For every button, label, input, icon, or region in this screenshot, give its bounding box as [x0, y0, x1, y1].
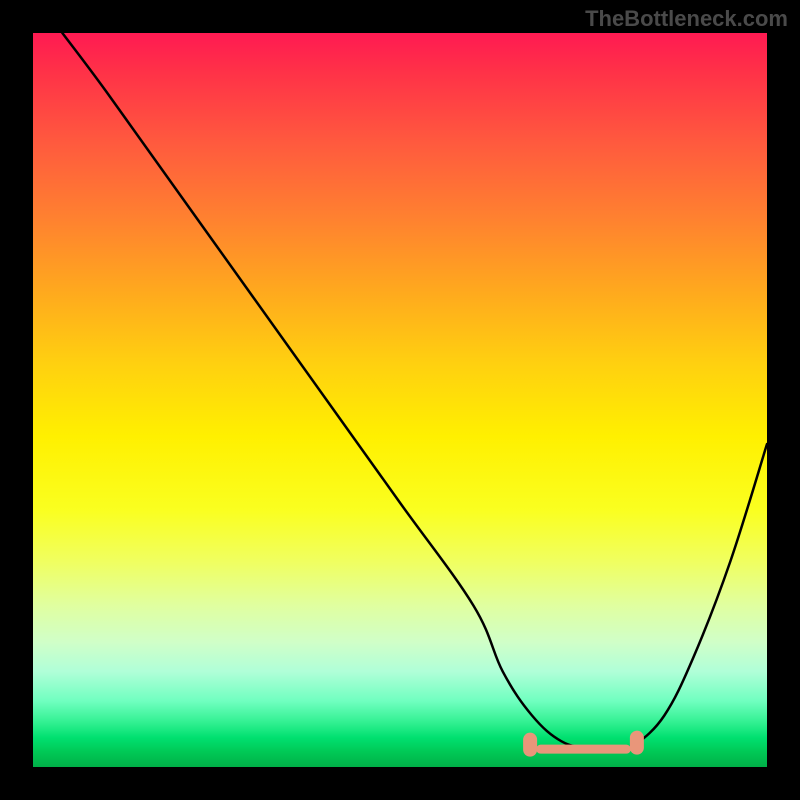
bottleneck-curve: [33, 33, 767, 767]
chart-plot-area: [33, 33, 767, 767]
watermark-text: TheBottleneck.com: [585, 6, 788, 32]
